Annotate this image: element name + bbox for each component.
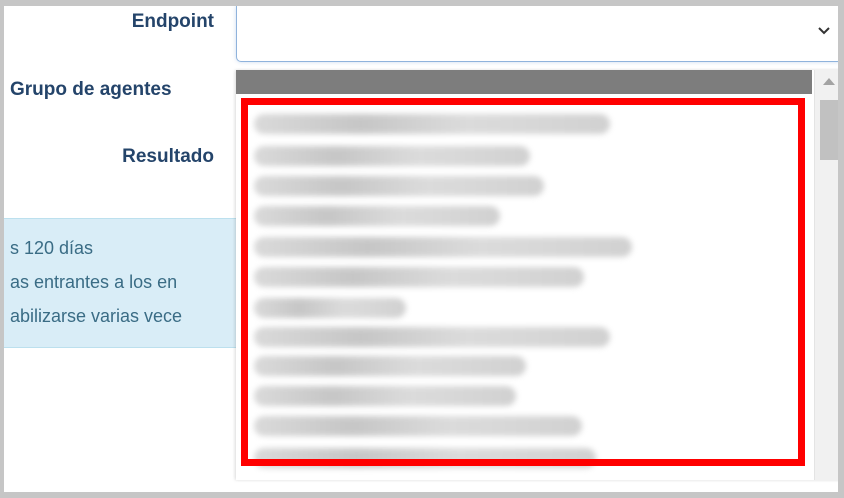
screenshot-frame: Endpoint Grupo de agentes Resultado s 12… [0,0,844,498]
chevron-down-icon[interactable] [817,24,831,38]
endpoint-select[interactable] [236,6,838,62]
dropdown-scrollbar[interactable] [814,70,838,480]
agent-group-label: Grupo de agentes [10,79,172,100]
scroll-thumb[interactable] [820,100,838,160]
endpoint-label: Endpoint [131,11,214,32]
result-label: Resultado [122,146,214,167]
info-line-3: abilizarse varias vece [10,306,183,326]
info-panel: s 120 días as entrantes a los en abiliza… [4,218,244,348]
info-line-2: as entrantes a los en [10,272,178,292]
info-line-1: s 120 días [10,238,94,258]
scroll-up-arrow-icon[interactable] [823,78,835,85]
highlight-box [241,98,805,466]
dropdown-selected-bar[interactable] [236,70,812,94]
